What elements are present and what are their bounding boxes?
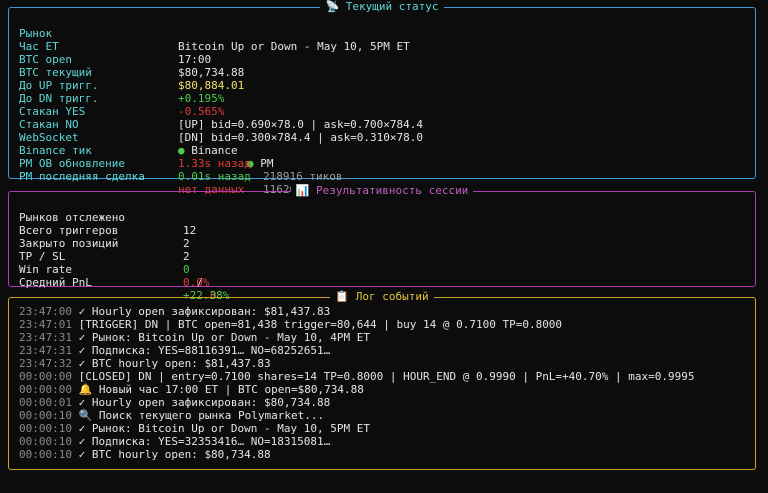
status-row-hour: Час ET 17:00	[19, 27, 211, 66]
status-row-binance-tick: Binance тик 1.33s назад 218916 тиков	[19, 131, 342, 183]
log-message: ✓ BTC hourly open: $81,437.83	[78, 357, 271, 370]
status-row-websocket: WebSocket ● Binance ● PM	[19, 118, 274, 170]
session-label: Средний PnL	[19, 276, 92, 289]
log-timestamp: 23:47:31	[19, 344, 72, 357]
log-entry: 23:47:00 ✓ Hourly open зафиксирован: $81…	[19, 305, 330, 318]
session-row-closed: Закрыто позиций 2	[19, 224, 190, 263]
log-entry: 23:47:32 ✓ BTC hourly open: $81,437.83	[19, 357, 271, 370]
status-dot-icon: ●	[178, 144, 185, 157]
session-panel-title: 📊 Результативность сессии	[290, 184, 474, 197]
status-row-pm-ob: PM OB обновление 0.01s назад 1162079 апд…	[19, 144, 342, 196]
status-row-up-trigger: До UP тригг. +0.195%	[19, 66, 224, 105]
log-message: [TRIGGER] DN | BTC open=81,438 trigger=8…	[78, 318, 563, 331]
log-timestamp: 00:00:00	[19, 383, 72, 396]
log-timestamp: 00:00:01	[19, 396, 72, 409]
log-timestamp: 23:47:01	[19, 318, 72, 331]
log-entry: 00:00:10 ✓ BTC hourly open: $80,734.88	[19, 448, 271, 461]
status-value: [DN] bid=0.300×784.4 | ask=0.310×78.0	[178, 131, 424, 144]
log-message: 🔍 Поиск текущего рынка Polymarket...	[78, 409, 325, 422]
session-row-winrate: Win rate 0.0%	[19, 250, 210, 289]
status-row-book-no: Стакан NO [DN] bid=0.300×784.4 | ask=0.3…	[19, 105, 423, 144]
status-value: 1.33s назад	[178, 157, 251, 170]
log-message: ✓ Подписка: YES=88116391… NO=68252651…	[78, 344, 331, 357]
log-panel[interactable]: 📋 Лог событий 23:47:00 ✓ Hourly open заф…	[8, 290, 756, 470]
status-panel-title-wrap: 📡 Текущий статус	[9, 0, 755, 14]
status-value: 0.01s назад	[178, 170, 251, 183]
session-value: 12	[183, 224, 197, 237]
status-row-btc-current: BTC текущий $80,884.01	[19, 53, 244, 92]
session-value: 2	[183, 250, 190, 263]
status-value: -0.565%	[178, 105, 225, 118]
status-value-extra: 218916 тиков	[263, 170, 343, 183]
log-entry: 23:47:31 ✓ Подписка: YES=88116391… NO=68…	[19, 344, 330, 357]
log-entry: 00:00:00 🔔 Новый час 17:00 ET | BTC open…	[19, 383, 364, 396]
status-value: Bitcoin Up or Down - May 10, 5PM ET	[178, 40, 410, 53]
status-row-btc-open: BTC open $80,734.88	[19, 40, 244, 79]
log-entry: 00:00:01 ✓ Hourly open зафиксирован: $80…	[19, 396, 330, 409]
log-message: [CLOSED] DN | entry=0.7100 shares=14 TP=…	[78, 370, 695, 383]
log-message: ✓ Подписка: YES=32353416… NO=18315081…	[78, 435, 331, 448]
session-row-avg-pnl: Средний PnL +22.38%	[19, 263, 229, 302]
log-entry: 23:47:01 [TRIGGER] DN | BTC open=81,438 …	[19, 318, 562, 331]
session-row-tp-sl: TP / SL 0 / 0	[19, 237, 217, 302]
log-message: ✓ Рынок: Bitcoin Up or Down - May 10, 4P…	[78, 331, 371, 344]
session-panel-title-wrap: 📊 Результативность сессии	[9, 184, 755, 198]
session-value: 0.0%	[183, 276, 210, 289]
log-entry: 00:00:10 ✓ Рынок: Bitcoin Up or Down - M…	[19, 422, 370, 435]
log-entry: 00:00:10 🔍 Поиск текущего рынка Polymark…	[19, 409, 324, 422]
log-panel-title: 📋 Лог событий	[330, 290, 434, 303]
log-entry: 00:00:10 ✓ Подписка: YES=32353416… NO=18…	[19, 435, 330, 448]
status-row-dn-trigger: До DN тригг. -0.565%	[19, 79, 224, 118]
websocket-binance-status: ● Binance	[178, 144, 238, 157]
status-row-market: Рынок Bitcoin Up or Down - May 10, 5PM E…	[19, 14, 410, 53]
log-entry: 00:00:00 [CLOSED] DN | entry=0.7100 shar…	[19, 370, 695, 383]
log-timestamp: 00:00:10	[19, 448, 72, 461]
log-message: ✓ Hourly open зафиксирован: $80,734.88	[78, 396, 331, 409]
log-entry: 23:47:31 ✓ Рынок: Bitcoin Up or Down - M…	[19, 331, 370, 344]
log-timestamp: 00:00:10	[19, 422, 72, 435]
session-row-markets: Рынков отслежено 12	[19, 198, 196, 237]
status-value: $80,734.88	[178, 66, 245, 79]
log-message: ✓ Hourly open зафиксирован: $81,437.83	[78, 305, 331, 318]
log-message: ✓ BTC hourly open: $80,734.88	[78, 448, 271, 461]
status-value: $80,884.01	[178, 79, 245, 92]
status-value: [UP] bid=0.690×78.0 | ask=0.700×784.4	[178, 118, 424, 131]
session-row-triggers: Всего триггеров 2	[19, 211, 190, 250]
session-value: 2	[183, 237, 190, 250]
status-value: 17:00	[178, 53, 212, 66]
log-timestamp: 00:00:10	[19, 435, 72, 448]
session-tp-value: 0	[183, 263, 190, 276]
status-panel: 📡 Текущий статус Рынок Bitcoin Up or Dow…	[8, 0, 756, 196]
log-message: 🔔 Новый час 17:00 ET | BTC open=$80,734.…	[78, 383, 364, 396]
log-timestamp: 23:47:31	[19, 331, 72, 344]
session-panel: 📊 Результативность сессии Рынков отслеже…	[8, 184, 756, 302]
status-row-book-yes: Стакан YES [UP] bid=0.690×78.0 | ask=0.7…	[19, 92, 423, 131]
log-message: ✓ Рынок: Bitcoin Up or Down - May 10, 5P…	[78, 422, 371, 435]
status-panel-title: 📡 Текущий статус	[320, 0, 444, 13]
log-timestamp: 00:00:10	[19, 409, 72, 422]
log-panel-title-wrap: 📋 Лог событий	[9, 290, 755, 304]
status-value: +0.195%	[178, 92, 225, 105]
log-timestamp: 00:00:00	[19, 370, 72, 383]
log-timestamp: 23:47:00	[19, 305, 72, 318]
log-timestamp: 23:47:32	[19, 357, 72, 370]
status-label: PM последняя сделка	[19, 170, 145, 183]
status-row-pm-last-trade: PM последняя сделка нет данных	[19, 157, 244, 196]
